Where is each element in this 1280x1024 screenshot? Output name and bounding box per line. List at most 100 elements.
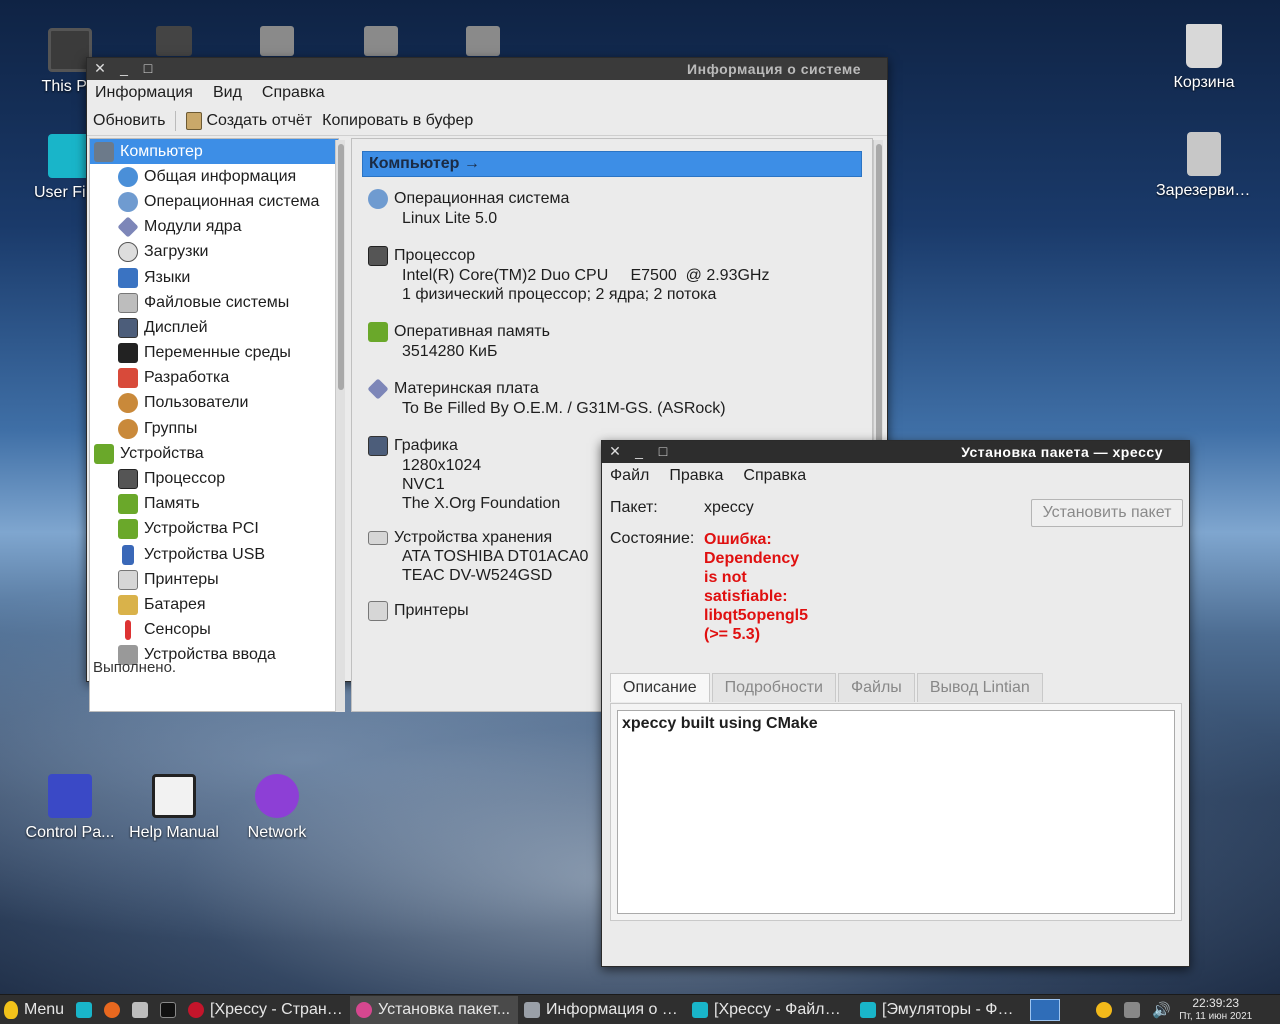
installer-titlebar[interactable]: ✕ _ □ Установка пакета — xpeccy xyxy=(602,441,1189,463)
tree-item-groups[interactable]: Группы xyxy=(90,416,338,441)
maximize-icon[interactable]: □ xyxy=(656,443,670,460)
memory-icon xyxy=(118,494,138,515)
desktop-icon-help-manual[interactable]: Help Manual xyxy=(126,774,222,842)
copy-button[interactable]: Копировать в буфер xyxy=(322,112,473,130)
tree-item-sensors[interactable]: Сенсоры xyxy=(90,618,338,643)
launcher-terminal[interactable] xyxy=(154,996,182,1024)
tree-item-display[interactable]: Дисплей xyxy=(90,315,338,340)
task-package-installer[interactable]: Установка пакет... xyxy=(350,995,519,1024)
desktop-icon-network[interactable]: Network xyxy=(229,774,325,842)
tree-item-filesystems[interactable]: Файловые системы xyxy=(90,290,338,315)
tree-item-env-vars[interactable]: Переменные среды xyxy=(90,341,338,366)
workspace-switcher[interactable] xyxy=(1024,996,1066,1024)
tab-description[interactable]: Описание xyxy=(610,673,710,702)
tab-files[interactable]: Файлы xyxy=(837,673,915,702)
tree-item-summary[interactable]: Общая информация xyxy=(90,164,338,189)
tree-item-os[interactable]: Операционная система xyxy=(90,189,338,214)
tree-item-processor[interactable]: Процессор xyxy=(90,466,338,491)
minimize-icon[interactable]: _ xyxy=(632,443,646,460)
menu-view[interactable]: Вид xyxy=(213,84,242,102)
monitor-icon xyxy=(118,317,138,338)
cpu-icon xyxy=(118,469,138,490)
power-icon xyxy=(118,242,138,263)
menu-edit[interactable]: Правка xyxy=(669,467,723,485)
thermometer-icon xyxy=(125,620,131,641)
tree-item-memory[interactable]: Память xyxy=(90,492,338,517)
package-value: xpeccy xyxy=(704,499,754,516)
tree-item-development[interactable]: Разработка xyxy=(90,366,338,391)
tree-item-languages[interactable]: Языки xyxy=(90,265,338,290)
maximize-icon[interactable]: □ xyxy=(141,60,155,77)
clock[interactable]: 22:39:23 Пт, 11 июн 2021 xyxy=(1177,996,1255,1023)
penguin-icon xyxy=(4,1000,18,1019)
tree-item-computer[interactable]: Компьютер xyxy=(90,139,338,165)
tree-item-users[interactable]: Пользователи xyxy=(90,391,338,416)
drive-icon xyxy=(466,26,500,56)
launcher-archive[interactable] xyxy=(126,996,154,1024)
drive-icon xyxy=(156,26,192,56)
tray-updates[interactable] xyxy=(1090,996,1118,1024)
tray-volume[interactable]: 🔊 xyxy=(1146,996,1177,1024)
state-label: Состояние: xyxy=(610,530,695,547)
tree-item-pci[interactable]: Устройства PCI xyxy=(90,517,338,542)
tree-item-kernel-modules[interactable]: Модули ядра xyxy=(90,215,338,240)
menu-info[interactable]: Информация xyxy=(95,84,193,102)
printer-icon xyxy=(368,601,388,621)
task-sysinfo[interactable]: Информация о с... xyxy=(518,996,686,1024)
control-panel-icon xyxy=(48,774,92,818)
tree-item-usb[interactable]: Устройства USB xyxy=(90,542,338,567)
tab-details[interactable]: Подробности xyxy=(711,673,836,702)
minimize-icon[interactable]: _ xyxy=(117,60,131,77)
install-package-button[interactable]: Установить пакет xyxy=(1031,499,1183,527)
globe-icon xyxy=(255,774,299,818)
archive-icon xyxy=(132,1001,149,1018)
tree-scrollbar-thumb[interactable] xyxy=(338,144,344,390)
sysinfo-titlebar[interactable]: ✕ _ □ Информация о системе xyxy=(87,58,887,80)
launcher-firefox[interactable] xyxy=(98,996,126,1024)
task-emulators-files[interactable]: [Эмуляторы - Фай... xyxy=(854,996,1022,1024)
close-icon[interactable]: ✕ xyxy=(93,60,107,77)
tree-item-boots[interactable]: Загрузки xyxy=(90,240,338,265)
groups-icon xyxy=(118,418,138,439)
desktop-icon-control-panel[interactable]: Control Pa... xyxy=(22,774,118,842)
section-os: Операционная система Linux Lite 5.0 xyxy=(368,189,872,228)
terminal-icon xyxy=(118,343,138,364)
report-button[interactable]: Создать отчёт xyxy=(186,111,312,130)
section-memory: Оперативная память 3514280 КиБ xyxy=(368,322,872,361)
task-xpeccy-files[interactable]: [Xpeccy - Файлов... xyxy=(686,996,854,1024)
window-title: Установка пакета — xpeccy xyxy=(961,444,1163,460)
description-text[interactable]: xpeccy built using CMake xyxy=(617,710,1175,914)
launcher-files[interactable] xyxy=(70,996,98,1024)
menu-help[interactable]: Справка xyxy=(262,84,325,102)
close-icon[interactable]: ✕ xyxy=(608,443,622,460)
tree-item-devices[interactable]: Устройства xyxy=(90,441,338,466)
task-xpeccy-browser[interactable]: [Xpeccy - Страниц... xyxy=(182,996,350,1024)
tree-item-battery[interactable]: Батарея xyxy=(90,592,338,617)
tab-lintian[interactable]: Вывод Lintian xyxy=(916,673,1043,702)
menu-help[interactable]: Справка xyxy=(743,467,806,485)
state-error: Ошибка: Dependency is not satisfiable: l… xyxy=(704,531,808,643)
desktop-icon-reserved[interactable]: Зарезервиро... xyxy=(1156,132,1252,200)
terminal-icon xyxy=(160,1001,177,1018)
tree-scrollbar[interactable] xyxy=(335,140,345,712)
update-icon xyxy=(1096,1001,1113,1018)
hard-drive-icon xyxy=(368,531,388,545)
package-icon xyxy=(356,1001,373,1018)
printer-icon xyxy=(118,569,138,590)
folder-icon xyxy=(860,1001,877,1018)
folder-icon xyxy=(692,1001,709,1018)
toolbar-separator xyxy=(175,110,177,131)
gear-icon xyxy=(368,189,388,209)
refresh-button[interactable]: Обновить xyxy=(93,112,165,130)
installer-window: ✕ _ □ Установка пакета — xpeccy Файл Пра… xyxy=(601,440,1190,967)
menu-button[interactable]: Menu xyxy=(0,996,70,1024)
tray-network[interactable] xyxy=(1118,996,1146,1024)
memory-icon xyxy=(368,322,388,342)
desktop-icon-trash[interactable]: Корзина xyxy=(1156,24,1252,92)
description-pane: xpeccy built using CMake xyxy=(610,703,1182,921)
drive-icon xyxy=(260,26,294,56)
firefox-icon xyxy=(104,1001,121,1018)
menu-file[interactable]: Файл xyxy=(610,467,649,485)
tree-item-printers[interactable]: Принтеры xyxy=(90,567,338,592)
content-header: Компьютер → xyxy=(362,151,862,177)
